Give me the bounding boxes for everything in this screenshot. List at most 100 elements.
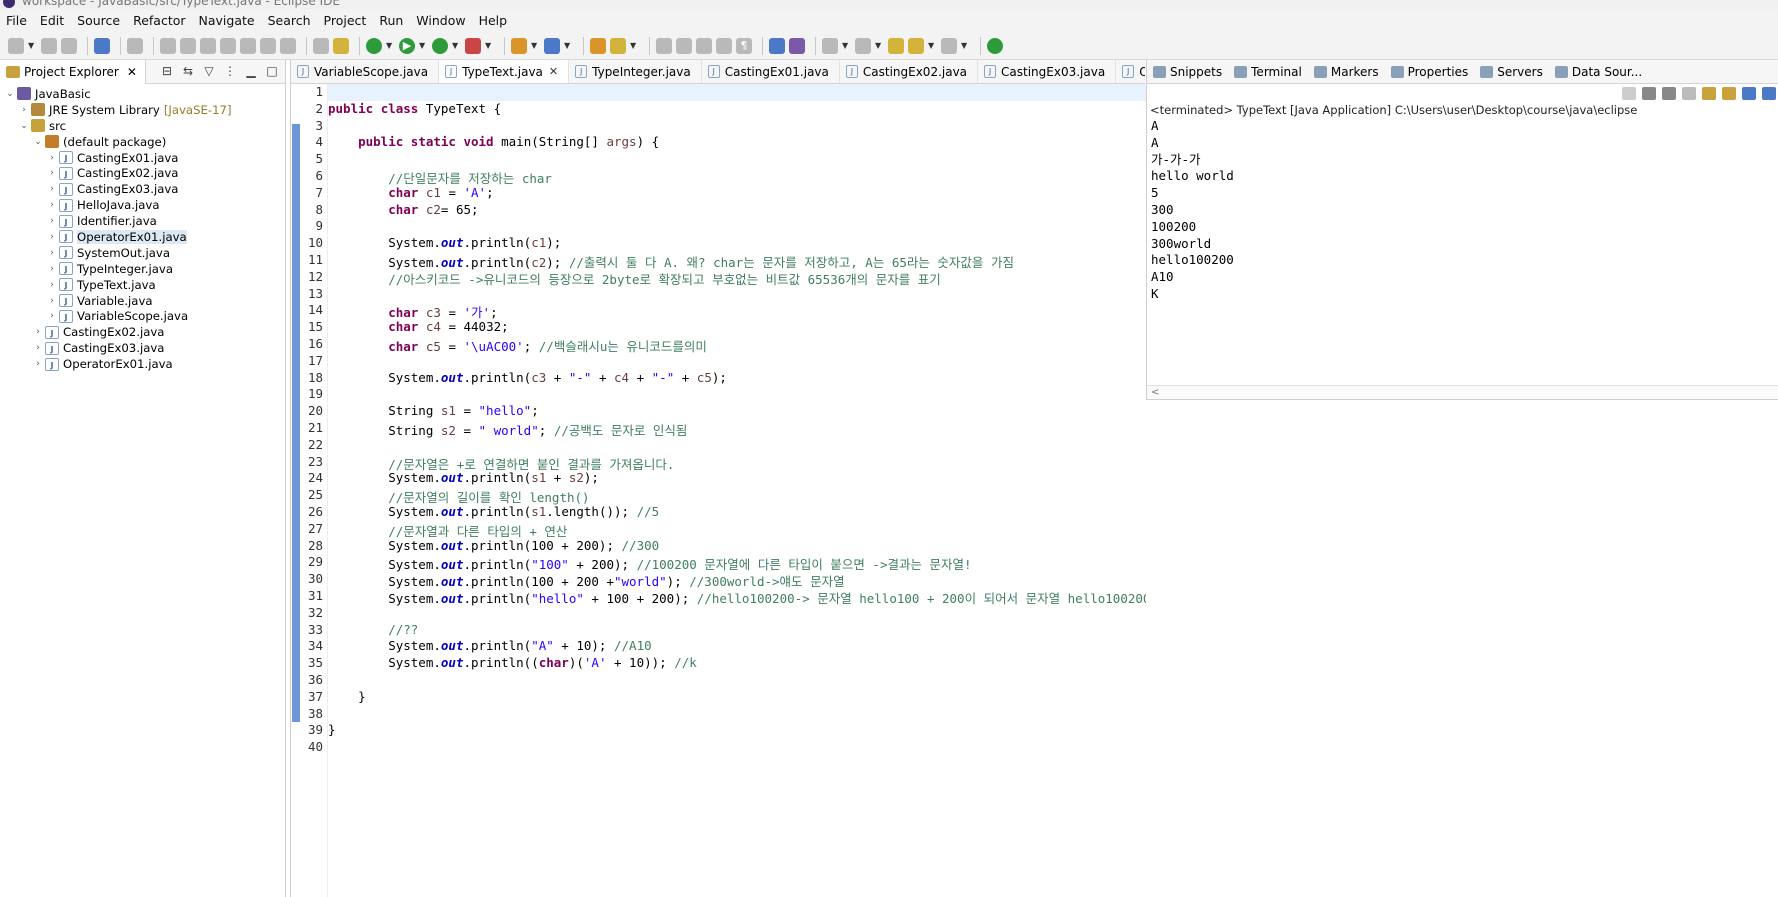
tree-item[interactable]: ⌄ (default package)	[0, 134, 285, 150]
minimize-icon[interactable]: ▁	[244, 64, 258, 78]
new-java-class-icon[interactable]	[544, 37, 560, 54]
new-icon[interactable]	[8, 37, 24, 54]
tab-data-source[interactable]: Data Sour...	[1549, 65, 1648, 79]
run-dropdown-icon[interactable]: ▼	[419, 41, 426, 50]
skip-breakpoints-icon[interactable]	[127, 37, 143, 54]
step-over-icon[interactable]	[260, 37, 276, 54]
open-type-icon[interactable]	[590, 37, 606, 54]
new-class-dropdown-icon[interactable]: ▼	[564, 41, 571, 50]
tree-item[interactable]: › J VariableScope.java	[0, 308, 285, 324]
toggle-mark-occurrences-icon[interactable]	[676, 37, 692, 54]
chevron-right-icon[interactable]: ›	[46, 296, 58, 306]
tree-item[interactable]: › J TypeText.java	[0, 277, 285, 293]
console-output[interactable]: A A 가-가-가 hello world 5 300 100200 300world hell…	[1147, 118, 1778, 303]
forward-icon[interactable]	[941, 37, 957, 54]
display-selected-console-icon[interactable]	[1762, 86, 1776, 100]
link-with-editor-icon[interactable]: ⇆	[181, 64, 195, 78]
open-perspective-icon[interactable]	[987, 37, 1003, 54]
chevron-right-icon[interactable]: ›	[32, 343, 44, 353]
run-last-tool-icon[interactable]	[333, 37, 349, 54]
chevron-right-icon[interactable]: ›	[32, 359, 44, 369]
pin-console-icon[interactable]	[1742, 86, 1756, 100]
forward-dropdown-icon[interactable]: ▼	[961, 41, 968, 50]
back-dropdown-icon[interactable]: ▼	[928, 41, 935, 50]
tab-properties[interactable]: Properties	[1385, 65, 1475, 79]
chevron-right-icon[interactable]: ›	[46, 264, 58, 274]
toggle-block-selection-icon[interactable]	[716, 37, 732, 54]
scroll-left-icon[interactable]: <	[1151, 387, 1159, 398]
debug-icon[interactable]	[366, 37, 382, 54]
tree-item[interactable]: ⌄ src	[0, 118, 285, 134]
chevron-right-icon[interactable]: ›	[46, 168, 58, 178]
debug-dropdown-icon[interactable]: ▼	[386, 41, 393, 50]
chevron-right-icon[interactable]: ›	[46, 280, 58, 290]
step-into-icon[interactable]	[240, 37, 256, 54]
new-java-project-icon[interactable]	[511, 37, 527, 54]
chevron-down-icon[interactable]: ⌄	[32, 137, 44, 147]
word-wrap-icon[interactable]	[1702, 86, 1716, 100]
menu-help[interactable]: Help	[479, 13, 508, 28]
menu-window[interactable]: Window	[416, 13, 465, 28]
show-console-on-output-icon[interactable]	[1722, 86, 1736, 100]
tree-item[interactable]: › J CastingEx02.java	[0, 165, 285, 181]
editor-tab[interactable]: J CastingEx01.java	[702, 60, 840, 83]
save-all-icon[interactable]	[61, 37, 77, 54]
tab-terminal[interactable]: Terminal	[1228, 65, 1308, 79]
remove-launch-icon[interactable]	[1642, 86, 1656, 100]
tree-item[interactable]: › J TypeInteger.java	[0, 261, 285, 277]
chevron-down-icon[interactable]: ⌄	[18, 121, 30, 131]
show-whitespace-icon[interactable]: ¶	[736, 37, 752, 54]
editor-tab[interactable]: J CastingEx03.java	[978, 60, 1117, 83]
chevron-right-icon[interactable]: ›	[46, 153, 58, 163]
tree-item[interactable]: ⌄ JavaBasic	[0, 86, 285, 102]
menu-source[interactable]: Source	[77, 13, 120, 28]
resume-icon[interactable]	[160, 37, 176, 54]
disconnect-icon[interactable]	[220, 37, 236, 54]
editor-tab[interactable]: J CastingEx02.java	[840, 60, 979, 83]
chevron-right-icon[interactable]: ›	[32, 327, 44, 337]
code-area[interactable]: public class TypeText { public static vo…	[328, 84, 1146, 897]
close-icon[interactable]: ✕	[549, 65, 558, 78]
menu-run[interactable]: Run	[379, 13, 403, 28]
external-tools-dropdown-icon[interactable]: ▼	[485, 41, 492, 50]
tree-item[interactable]: › J Identifier.java	[0, 213, 285, 229]
tree-item[interactable]: › JRE System Library [JavaSE-17]	[0, 102, 285, 118]
chevron-right-icon[interactable]: ›	[18, 105, 30, 115]
suspend-icon[interactable]	[180, 37, 196, 54]
chevron-right-icon[interactable]: ›	[46, 200, 58, 210]
editor-tab[interactable]: J OperatorEx01.java	[1116, 60, 1145, 83]
run-icon[interactable]: ▶	[399, 37, 415, 54]
coverage-run-icon[interactable]	[432, 37, 448, 54]
chevron-right-icon[interactable]: ›	[46, 232, 58, 242]
open-console-icon[interactable]	[94, 37, 110, 54]
tree-item[interactable]: › J CastingEx01.java	[0, 150, 285, 166]
new-java-dropdown-icon[interactable]: ▼	[531, 41, 538, 50]
close-icon[interactable]: ✕	[127, 65, 137, 79]
chevron-right-icon[interactable]: ›	[46, 311, 58, 321]
open-task-icon[interactable]	[610, 37, 626, 54]
tree-item[interactable]: › J CastingEx03.java	[0, 340, 285, 356]
globe-icon[interactable]	[769, 37, 785, 54]
horizontal-scrollbar[interactable]: <	[1147, 385, 1778, 399]
external-tools-icon[interactable]	[465, 37, 481, 54]
editor-tab[interactable]: J TypeInteger.java	[569, 60, 702, 83]
next-annotation-dropdown-icon[interactable]: ▼	[842, 41, 849, 50]
tree-item[interactable]: › J SystemOut.java	[0, 245, 285, 261]
chevron-down-icon[interactable]: ⌄	[4, 89, 16, 99]
previous-annotation-dropdown-icon[interactable]: ▼	[875, 41, 882, 50]
menu-project[interactable]: Project	[324, 13, 367, 28]
tab-markers[interactable]: Markers	[1308, 65, 1385, 79]
menu-file[interactable]: File	[6, 13, 27, 28]
editor-tab[interactable]: J VariableScope.java	[291, 60, 440, 83]
next-annotation-icon[interactable]	[822, 37, 838, 54]
last-edit-location-icon[interactable]	[888, 37, 904, 54]
search-icon[interactable]	[789, 37, 805, 54]
view-menu-icon[interactable]: ⋮	[223, 64, 237, 78]
back-icon[interactable]	[908, 37, 924, 54]
tab-servers[interactable]: Servers	[1474, 65, 1549, 79]
terminate-icon[interactable]	[1622, 86, 1636, 100]
toggle-breadcrumb-icon[interactable]	[696, 37, 712, 54]
terminate-icon[interactable]	[200, 37, 216, 54]
coverage-icon[interactable]	[313, 37, 329, 54]
menu-refactor[interactable]: Refactor	[133, 13, 185, 28]
